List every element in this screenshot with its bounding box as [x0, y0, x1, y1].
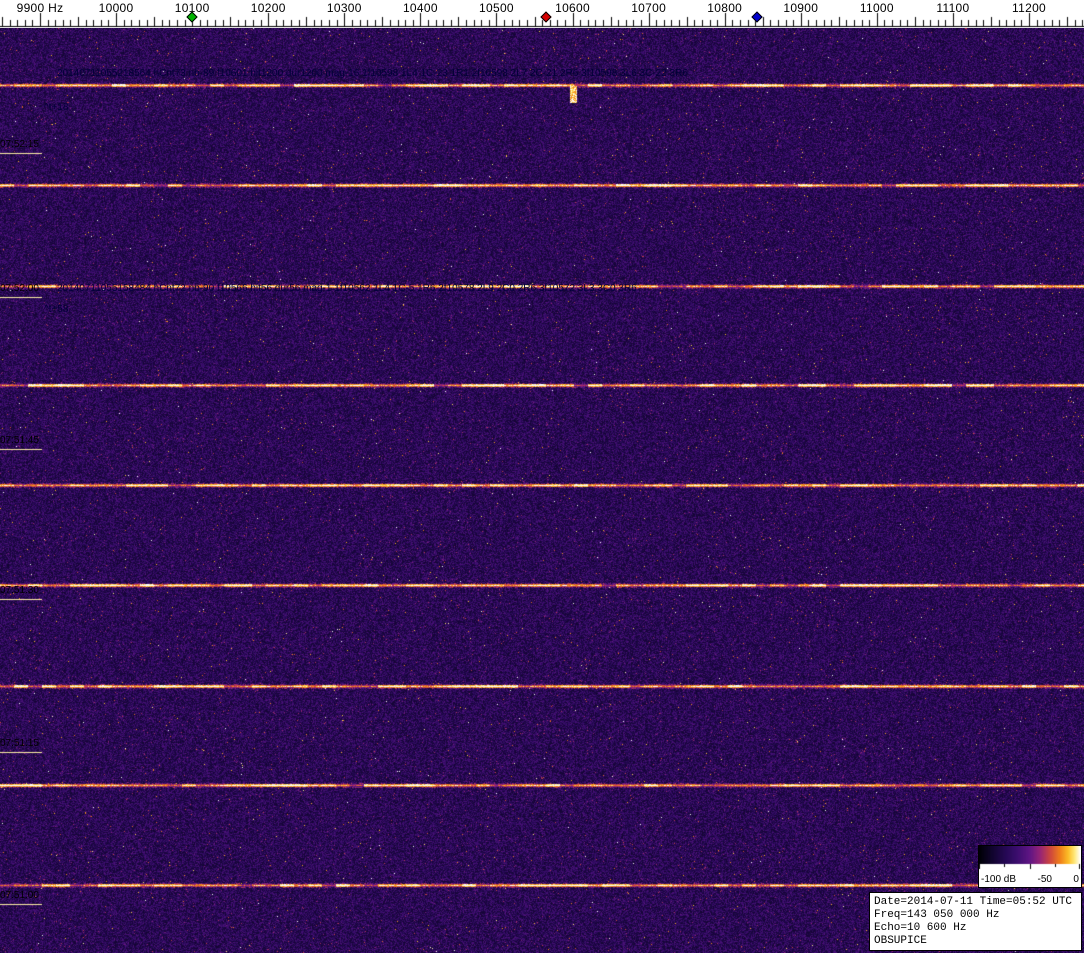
freq-tick-label: 10300: [327, 1, 362, 15]
detection-1-offset: ^t+18: [44, 102, 68, 114]
color-scale-legend: -100 dB -50 0: [978, 845, 1082, 888]
info-station-name: OBSUPICE: [874, 935, 1077, 948]
freq-tick-label: 11000: [860, 1, 894, 15]
freq-tick-label: 11200: [1012, 1, 1046, 15]
time-tick-label: 07:51:45: [0, 435, 39, 447]
detection-2-offset: ^t+58: [44, 304, 68, 316]
observation-info-box: Date=2014-07-11 Time=05:52 UTC Freq=143 …: [869, 892, 1082, 951]
color-scale-gradient: [979, 846, 1081, 872]
freq-tick-label: 9900 Hz: [17, 1, 64, 15]
freq-tick-label: 10200: [251, 1, 286, 15]
info-echo-frequency: Echo=10 600 Hz: [874, 922, 1077, 935]
legend-mid-label: -50: [1038, 874, 1052, 886]
freq-tick-label: 10000: [99, 1, 134, 15]
freq-tick-label: 10800: [707, 1, 742, 15]
time-tick-label: 07:51:30: [0, 585, 39, 597]
info-date-time: Date=2014-07-11 Time=05:52 UTC: [874, 896, 1077, 909]
legend-max-label: 0: [1073, 874, 1079, 886]
freq-tick-label: 10400: [403, 1, 438, 15]
detection-2: 20140711055158484 hCnt72 nb-90 f10566 hi…: [57, 283, 637, 295]
legend-min-label: -100 dB: [981, 874, 1016, 886]
time-tick-label: 07:51:15: [0, 738, 39, 750]
detection-1: 20140711055218564 hCnt73 nb-89 f10601 hi…: [57, 68, 688, 80]
color-scale-labels: -100 dB -50 0: [979, 873, 1081, 887]
spectrogram-window: 9900 Hz 10000 10100 10200 10300 10400 10500 106…: [0, 0, 1084, 953]
freq-tick-label: 10700: [631, 1, 666, 15]
freq-tick-label: 11100: [936, 1, 969, 15]
time-tick-label: 07:51:00: [0, 890, 39, 902]
freq-tick-label: 10900: [783, 1, 818, 15]
waterfall-canvas: [0, 28, 1084, 953]
frequency-ruler: 9900 Hz 10000 10100 10200 10300 10400 10500 106…: [0, 0, 1084, 28]
freq-tick-label: 10500: [479, 1, 514, 15]
freq-tick-label: 10600: [555, 1, 590, 15]
waterfall-display: 20140711055218564 hCnt73 nb-89 f10601 hi…: [0, 28, 1084, 953]
time-tick-label: 07:52:15: [0, 139, 39, 151]
info-receiver-frequency: Freq=143 050 000 Hz: [874, 909, 1077, 922]
time-tick-label: 07:52:00: [0, 283, 39, 295]
